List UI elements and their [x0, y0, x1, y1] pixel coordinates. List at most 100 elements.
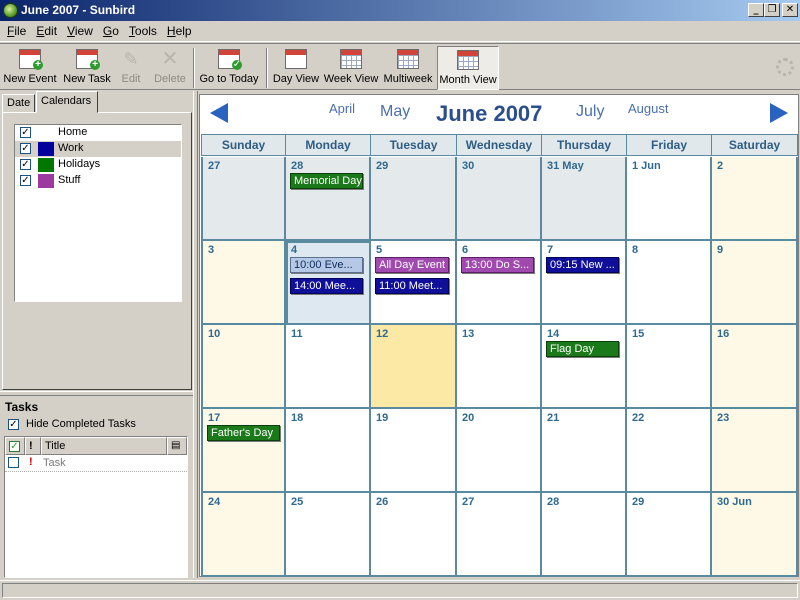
day-cell[interactable]: 9: [712, 241, 798, 325]
menu-tools[interactable]: Tools: [124, 24, 162, 38]
day-number[interactable]: 25: [291, 496, 303, 508]
calendar-checkbox[interactable]: ✓: [20, 143, 31, 154]
new-task-button[interactable]: + New Task: [60, 46, 114, 90]
day-cell[interactable]: 31 May: [542, 157, 627, 241]
day-number[interactable]: 5: [376, 244, 382, 256]
day-cell[interactable]: 30 Jun: [712, 493, 798, 577]
edit-button[interactable]: ✎ Edit: [116, 46, 146, 90]
menu-view[interactable]: View: [62, 24, 98, 38]
day-number[interactable]: 14: [547, 328, 559, 340]
day-cell[interactable]: 27: [457, 493, 542, 577]
calendar-checkbox[interactable]: ✓: [20, 175, 31, 186]
day-number[interactable]: 24: [208, 496, 220, 508]
next-month-arrow-icon[interactable]: [770, 103, 788, 123]
day-cell[interactable]: 28 Memorial Day: [286, 157, 371, 241]
tab-date[interactable]: Date: [2, 94, 35, 113]
day-cell[interactable]: 6 13:00 Do S...: [457, 241, 542, 325]
day-number[interactable]: 29: [376, 160, 388, 172]
day-number[interactable]: 19: [376, 412, 388, 424]
day-number[interactable]: 18: [291, 412, 303, 424]
event-item[interactable]: 11:00 Meet...: [375, 278, 449, 294]
day-cell[interactable]: 15: [627, 325, 712, 409]
day-number[interactable]: 10: [208, 328, 220, 340]
calendar-item-home[interactable]: ✓ Home: [15, 125, 181, 141]
day-cell[interactable]: 3: [201, 241, 286, 325]
day-cell[interactable]: 14 Flag Day: [542, 325, 627, 409]
day-cell[interactable]: 24: [201, 493, 286, 577]
day-cell[interactable]: 29: [627, 493, 712, 577]
day-number[interactable]: 4: [291, 244, 297, 256]
day-number[interactable]: 8: [632, 244, 638, 256]
day-number[interactable]: 9: [717, 244, 723, 256]
calendar-item-stuff[interactable]: ✓ Stuff: [15, 173, 181, 189]
month-view-button[interactable]: Month View: [437, 46, 499, 90]
event-item[interactable]: 13:00 Do S...: [461, 257, 534, 273]
day-cell[interactable]: 16: [712, 325, 798, 409]
menu-help[interactable]: Help: [162, 24, 197, 38]
delete-button[interactable]: ✕ Delete: [150, 46, 190, 90]
col-completed[interactable]: ✓: [5, 437, 25, 455]
calendar-item-work[interactable]: ✓ Work: [15, 141, 181, 157]
task-complete-checkbox[interactable]: [8, 457, 19, 468]
day-cell[interactable]: 30: [457, 157, 542, 241]
day-number[interactable]: 28: [291, 160, 303, 172]
vertical-splitter[interactable]: [193, 91, 198, 578]
day-cell[interactable]: 8: [627, 241, 712, 325]
day-cell[interactable]: 7 09:15 New ...: [542, 241, 627, 325]
menu-go[interactable]: Go: [98, 24, 124, 38]
day-number[interactable]: 11: [291, 328, 303, 340]
event-item[interactable]: Flag Day: [546, 341, 619, 357]
day-cell[interactable]: 25: [286, 493, 371, 577]
day-cell[interactable]: 23: [712, 409, 798, 493]
day-cell[interactable]: 17 Father's Day: [201, 409, 286, 493]
panel-splitter[interactable]: [0, 391, 193, 396]
day-number[interactable]: 30: [462, 160, 474, 172]
hide-completed-check[interactable]: ✓: [8, 419, 19, 430]
day-number[interactable]: 12: [376, 328, 388, 340]
close-button[interactable]: ✕: [782, 3, 798, 17]
day-number[interactable]: 13: [462, 328, 474, 340]
event-item[interactable]: 09:15 New ...: [546, 257, 619, 273]
column-picker-icon[interactable]: ▤: [167, 437, 187, 455]
multiweek-button[interactable]: Multiweek: [382, 46, 434, 90]
day-number[interactable]: 28: [547, 496, 559, 508]
maximize-button[interactable]: ❐: [764, 3, 780, 17]
day-cell[interactable]: 27: [201, 157, 286, 241]
day-number[interactable]: 23: [717, 412, 729, 424]
menu-file[interactable]: File: [2, 24, 31, 38]
day-number[interactable]: 16: [717, 328, 729, 340]
month-link-may[interactable]: May: [380, 103, 410, 121]
menu-edit[interactable]: Edit: [31, 24, 62, 38]
tab-calendars[interactable]: Calendars: [36, 91, 98, 113]
month-link-april[interactable]: April: [329, 101, 355, 116]
calendar-checkbox[interactable]: ✓: [20, 159, 31, 170]
sunbird-app-icon[interactable]: [3, 3, 18, 18]
calendar-item-holidays[interactable]: ✓ Holidays: [15, 157, 181, 173]
day-cell[interactable]: 28: [542, 493, 627, 577]
event-item[interactable]: 14:00 Mee...: [290, 278, 363, 294]
day-number[interactable]: 31 May: [547, 160, 584, 172]
previous-month-arrow-icon[interactable]: [210, 103, 228, 123]
go-to-today-button[interactable]: ✓ Go to Today: [197, 46, 261, 90]
day-number[interactable]: 30 Jun: [717, 496, 752, 508]
day-cell[interactable]: 18: [286, 409, 371, 493]
day-number[interactable]: 26: [376, 496, 388, 508]
task-row[interactable]: ! Task: [5, 455, 187, 472]
day-cell[interactable]: 19: [371, 409, 457, 493]
day-cell[interactable]: 20: [457, 409, 542, 493]
day-cell[interactable]: 1 Jun: [627, 157, 712, 241]
day-number[interactable]: 7: [547, 244, 553, 256]
event-item[interactable]: Father's Day: [207, 425, 280, 441]
day-cell[interactable]: 13: [457, 325, 542, 409]
new-event-button[interactable]: + New Event: [2, 46, 58, 90]
day-number[interactable]: 22: [632, 412, 644, 424]
day-number[interactable]: 29: [632, 496, 644, 508]
day-cell[interactable]: 21: [542, 409, 627, 493]
col-title[interactable]: Title: [41, 437, 167, 455]
day-cell[interactable]: 22: [627, 409, 712, 493]
day-cell[interactable]: 12: [371, 325, 457, 409]
event-item[interactable]: 10:00 Eve...: [290, 257, 363, 273]
day-cell[interactable]: 11: [286, 325, 371, 409]
day-number[interactable]: 27: [208, 160, 220, 172]
day-number[interactable]: 21: [547, 412, 559, 424]
